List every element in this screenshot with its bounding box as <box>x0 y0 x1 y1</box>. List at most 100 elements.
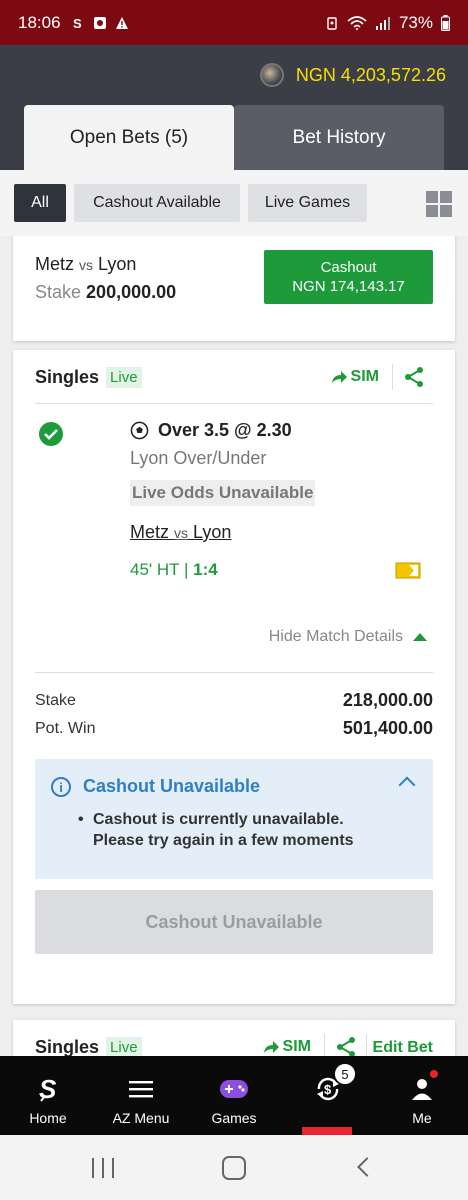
svg-text:S: S <box>73 16 82 30</box>
caret-up-icon <box>413 633 427 641</box>
cashout-label: Cashout <box>320 259 377 276</box>
battery-level: 73% <box>398 12 433 32</box>
live-score: 45' HT | 1:4 <box>130 560 218 580</box>
cashout-button[interactable]: Cashout NGN 174,143.17 <box>264 250 433 304</box>
cashout-unavailable-button[interactable]: Cashout Unavailable <box>35 890 433 954</box>
notice-message-line1: Cashout is currently unavailable. <box>93 811 344 828</box>
nav-open-bets[interactable]: $ 5 <box>298 1056 358 1135</box>
back-icon[interactable] <box>357 1157 377 1177</box>
match-time: 45' HT | <box>130 560 189 579</box>
divider <box>392 364 393 390</box>
gamepad-icon <box>219 1074 249 1104</box>
bet-card: Singles Live SIM Over 3.5 @ 2.30 Lyon Ov… <box>13 350 455 1004</box>
notice-title: Cashout Unavailable <box>83 776 261 796</box>
bet-type-label: Singles <box>35 1037 100 1056</box>
pot-win-label: Pot. Win <box>35 719 96 737</box>
wifi-icon <box>347 15 367 30</box>
sim-button[interactable]: SIM <box>331 368 379 386</box>
away-team: Lyon <box>193 522 232 542</box>
status-time: 18:06 <box>18 12 61 32</box>
stake-value: 200,000.00 <box>86 282 177 302</box>
market-name: Lyon Over/Under <box>130 448 267 468</box>
warning-icon <box>115 16 128 29</box>
bet-type-label: Singles <box>35 367 100 387</box>
alarm-icon <box>327 16 337 30</box>
notice-message-line2: Please try again in a few moments <box>93 832 354 849</box>
filter-all-chip[interactable]: All <box>14 184 66 222</box>
tab-bet-history[interactable]: Bet History <box>234 105 444 170</box>
home-team: Metz <box>35 254 75 274</box>
filter-cashout-available-chip[interactable]: Cashout Available <box>74 184 240 222</box>
nav-games-label: Games <box>211 1110 257 1126</box>
match-teams: Metz vs Lyon <box>35 254 136 275</box>
filter-bar: All Cashout Available Live Games <box>0 170 468 236</box>
chevron-up-icon[interactable] <box>398 776 416 794</box>
filter-live-games-chip[interactable]: Live Games <box>248 184 367 222</box>
notification-dot <box>430 1070 438 1078</box>
won-check-icon <box>39 422 63 446</box>
active-tab-indicator <box>302 1127 352 1135</box>
nav-az-menu-label: AZ Menu <box>112 1110 170 1126</box>
signal-icon <box>375 16 390 30</box>
forward-arrow-icon <box>263 1041 279 1053</box>
live-badge: Live <box>106 1037 142 1056</box>
user-icon <box>407 1074 437 1104</box>
notification-icons: S <box>71 16 129 30</box>
ticket-icon[interactable] <box>395 562 421 579</box>
edit-bet-button[interactable]: Edit Bet <box>373 1039 433 1056</box>
sportybet-logo-icon: S <box>33 1074 63 1104</box>
vs-label: vs <box>174 525 189 541</box>
hide-match-details-toggle[interactable]: Hide Match Details <box>269 628 427 646</box>
avatar[interactable] <box>259 63 284 87</box>
divider <box>366 1034 367 1056</box>
cashout-amount: NGN 174,143.17 <box>292 278 405 295</box>
bottom-nav: S Home AZ Menu Games $ 5 Me <box>0 1056 468 1135</box>
balance-amount: NGN 4,203,572.26 <box>295 64 446 85</box>
sim-button[interactable]: SIM <box>263 1038 311 1056</box>
stake-label: Stake <box>35 691 76 709</box>
bets-list[interactable]: Metz vs Lyon Stake 200,000.00 Cashout NG… <box>0 236 468 1056</box>
vs-label: vs <box>79 257 94 273</box>
odds-status: Live Odds Unavailable <box>130 480 316 506</box>
bet-type-title: Singles Live <box>35 367 142 388</box>
share-icon[interactable] <box>403 366 425 388</box>
recent-apps-icon[interactable] <box>92 1158 114 1178</box>
info-icon: i <box>51 777 71 797</box>
selection: Over 3.5 @ 2.30 <box>130 420 292 441</box>
divider <box>35 403 433 404</box>
nav-games[interactable]: Games <box>204 1056 264 1135</box>
app-notification-icon <box>93 16 106 29</box>
divider <box>324 1034 325 1056</box>
account-balance[interactable]: NGN 4,203,572.26 <box>259 63 446 87</box>
sporty-notification-icon: S <box>73 16 82 30</box>
selection-pick: Over 3.5 @ 2.30 <box>158 420 292 440</box>
battery-icon <box>441 14 450 31</box>
bets-header: NGN 4,203,572.26 Open Bets (5) Bet Histo… <box>0 45 468 170</box>
hide-details-label: Hide Match Details <box>268 628 403 645</box>
pot-win-value: 501,400.00 <box>342 718 433 738</box>
bet-card: Singles Live SIM Edit Bet <box>13 1020 455 1056</box>
nav-me[interactable]: Me <box>392 1056 452 1135</box>
stake-label: Stake <box>35 282 82 302</box>
pot-win-row: Pot. Win 501,400.00 <box>35 718 433 739</box>
share-icon[interactable] <box>335 1036 357 1056</box>
nav-home-label: Home <box>29 1110 67 1126</box>
cashout-unavailable-notice: i Cashout Unavailable Cashout is current… <box>35 759 433 879</box>
home-icon[interactable] <box>222 1156 246 1180</box>
soccer-ball-icon <box>130 421 149 440</box>
match-link[interactable]: Metz vs Lyon <box>130 522 231 543</box>
stake-value: 218,000.00 <box>342 690 433 710</box>
open-bets-count-badge: 5 <box>334 1063 356 1085</box>
status-bar: 18:06 S 73% <box>0 0 468 45</box>
sim-label: SIM <box>350 368 379 385</box>
home-team: Metz <box>130 522 170 542</box>
tab-open-bets[interactable]: Open Bets (5) <box>24 105 234 170</box>
nav-home[interactable]: S Home <box>20 1056 76 1135</box>
menu-icon <box>126 1074 156 1104</box>
svg-text:$: $ <box>324 1082 332 1097</box>
nav-az-menu[interactable]: AZ Menu <box>106 1056 176 1135</box>
bet-type-title: Singles Live <box>35 1037 142 1056</box>
nav-me-label: Me <box>412 1110 432 1126</box>
live-badge: Live <box>106 367 142 388</box>
grid-view-icon[interactable] <box>426 191 452 217</box>
